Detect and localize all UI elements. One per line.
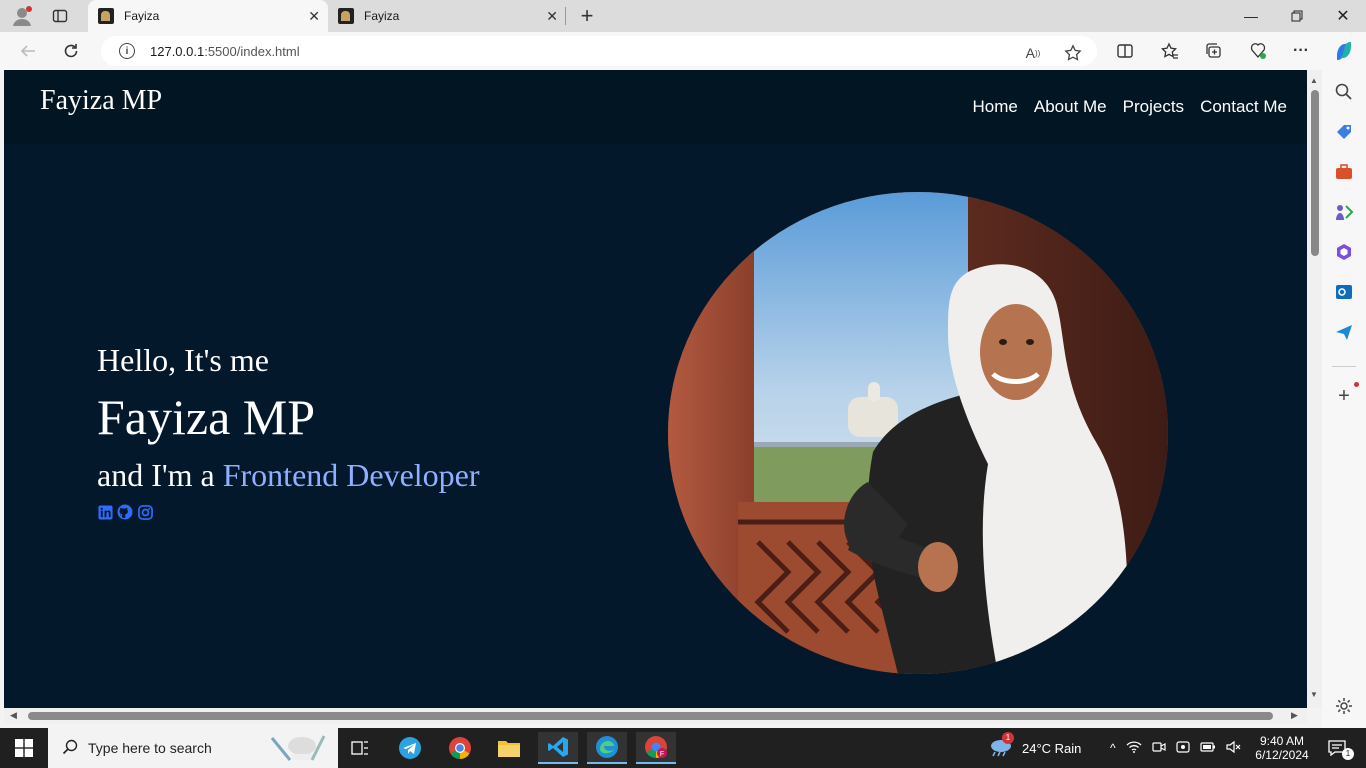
hero-name: Fayiza MP: [97, 389, 316, 445]
nav-about-me[interactable]: About Me: [1034, 97, 1107, 117]
nav-home[interactable]: Home: [973, 97, 1018, 117]
file-explorer-icon[interactable]: [489, 732, 529, 764]
split-screen-icon[interactable]: [1113, 39, 1137, 63]
clock-time: 9:40 AM: [1259, 734, 1305, 748]
clock[interactable]: 9:40 AM 6/12/2024: [1254, 728, 1310, 768]
microsoft-365-icon[interactable]: [1334, 242, 1354, 262]
refresh-icon[interactable]: [59, 39, 83, 63]
scroll-up-arrow-icon[interactable]: ▲: [1310, 76, 1318, 85]
sidebar-settings-gear-icon[interactable]: [1334, 696, 1354, 716]
horizontal-scroll-thumb[interactable]: [28, 712, 1273, 720]
profile-icon[interactable]: [10, 4, 34, 28]
scroll-right-arrow-icon[interactable]: ▶: [1291, 710, 1298, 721]
svg-text:F: F: [660, 751, 664, 758]
show-hidden-icons-chevron-icon[interactable]: ^: [1110, 741, 1116, 755]
tab-title: Fayiza: [124, 9, 160, 23]
close-tab-icon[interactable]: ✕: [308, 8, 320, 25]
github-icon[interactable]: [117, 504, 133, 520]
read-aloud-icon[interactable]: A)): [1023, 43, 1043, 63]
close-window-button[interactable]: ✕: [1320, 0, 1366, 32]
tab-title: Fayiza: [364, 9, 400, 23]
vertical-scroll-thumb[interactable]: [1311, 90, 1319, 256]
outlook-icon[interactable]: [1334, 282, 1354, 302]
site-navbar: Fayiza MP Home About Me Projects Contact…: [4, 70, 1307, 144]
browser-essentials-icon[interactable]: [1246, 39, 1270, 63]
battery-icon[interactable]: [1200, 741, 1216, 756]
windows-start-icon[interactable]: [0, 728, 48, 768]
site-logo[interactable]: Fayiza MP: [40, 85, 162, 117]
tab-fayiza-active[interactable]: Fayiza ✕: [88, 0, 328, 32]
vscode-app-icon[interactable]: [538, 732, 578, 764]
favorites-icon[interactable]: [1158, 39, 1182, 63]
close-tab-icon[interactable]: ✕: [546, 8, 558, 25]
notification-center-icon[interactable]: 1: [1322, 728, 1354, 768]
edge-sidebar: +: [1322, 70, 1366, 728]
task-view-icon[interactable]: [340, 732, 380, 764]
scroll-left-arrow-icon[interactable]: ◀: [10, 710, 17, 721]
social-links: [97, 504, 153, 520]
shopping-tag-icon[interactable]: [1334, 122, 1354, 142]
copilot-icon[interactable]: [1332, 39, 1356, 63]
horizontal-scrollbar[interactable]: ◀ ▶: [4, 708, 1307, 724]
web-page: Fayiza MP Home About Me Projects Contact…: [4, 70, 1307, 708]
chrome-app-icon[interactable]: [440, 732, 480, 764]
taskbar-search[interactable]: Type here to search: [48, 728, 338, 768]
tools-icon[interactable]: [1334, 162, 1354, 182]
edge-app-icon[interactable]: [587, 732, 627, 764]
chrome-profile-app-icon[interactable]: F: [636, 732, 676, 764]
weather-widget[interactable]: 1 24°C Rain: [988, 728, 1081, 768]
collections-icon[interactable]: [1202, 39, 1226, 63]
weather-badge: 1: [1002, 731, 1014, 744]
role-prefix: and I'm a: [97, 457, 223, 493]
capture-icon[interactable]: [1176, 740, 1190, 757]
new-tab-icon[interactable]: +: [575, 3, 599, 28]
system-tray: ^: [1110, 728, 1242, 768]
minimize-button[interactable]: —: [1228, 0, 1274, 32]
notification-count: 1: [1342, 748, 1354, 760]
games-icon[interactable]: [1334, 202, 1354, 222]
restore-button[interactable]: [1274, 0, 1320, 32]
hero-role: and I'm a Frontend Developer: [97, 457, 480, 494]
tab-favicon: [338, 8, 354, 24]
browser-title-bar: Fayiza ✕ Fayiza ✕ + — ✕: [0, 0, 1366, 32]
back-icon[interactable]: [16, 39, 40, 63]
nav-projects[interactable]: Projects: [1123, 97, 1184, 117]
settings-more-icon[interactable]: ···: [1289, 39, 1313, 63]
url-path: :5500/index.html: [204, 43, 300, 59]
search-placeholder: Type here to search: [88, 740, 212, 756]
wifi-icon[interactable]: [1126, 740, 1142, 757]
meet-now-icon[interactable]: [1152, 740, 1166, 757]
telegram-send-icon[interactable]: [1334, 322, 1354, 342]
address-toolbar: i 127.0.0.1:5500/index.html A)) ···: [0, 32, 1366, 70]
notification-dot: [1354, 382, 1359, 387]
sidebar-divider: [1332, 366, 1356, 367]
tab-favicon: [98, 8, 114, 24]
clock-date: 6/12/2024: [1255, 748, 1309, 762]
url-host: 127.0.0.1: [150, 43, 205, 59]
search-icon: [62, 739, 78, 758]
speaker-muted-icon[interactable]: [1226, 740, 1242, 757]
favorite-star-icon[interactable]: [1063, 43, 1083, 63]
weather-text: 24°C Rain: [1022, 740, 1082, 756]
profile-photo: [668, 192, 1168, 674]
vertical-scrollbar[interactable]: ▲ ▼: [1307, 70, 1322, 708]
tab-actions-icon[interactable]: [48, 4, 72, 28]
scroll-down-arrow-icon[interactable]: ▼: [1310, 690, 1318, 699]
windows-taskbar: Type here to search F 1 24°C Rain ^ 9:40…: [0, 728, 1366, 768]
search-icon[interactable]: [1334, 82, 1354, 102]
address-bar[interactable]: i 127.0.0.1:5500/index.html A)): [101, 36, 1097, 66]
tab-divider: [565, 7, 566, 25]
search-highlight-image: [266, 732, 330, 767]
tab-fayiza[interactable]: Fayiza ✕: [328, 0, 566, 32]
nav-menu: Home About Me Projects Contact Me: [973, 97, 1287, 117]
role-highlight: Frontend Developer: [222, 457, 480, 493]
hero-greeting: Hello, It's me: [97, 342, 269, 378]
linkedin-icon[interactable]: [97, 504, 113, 520]
site-info-icon[interactable]: i: [119, 43, 135, 59]
telegram-app-icon[interactable]: [390, 732, 430, 764]
nav-contact-me[interactable]: Contact Me: [1200, 97, 1287, 117]
add-sidebar-app-icon[interactable]: +: [1334, 386, 1354, 406]
instagram-icon[interactable]: [137, 504, 153, 520]
weather-rain-icon: 1: [988, 731, 1014, 761]
